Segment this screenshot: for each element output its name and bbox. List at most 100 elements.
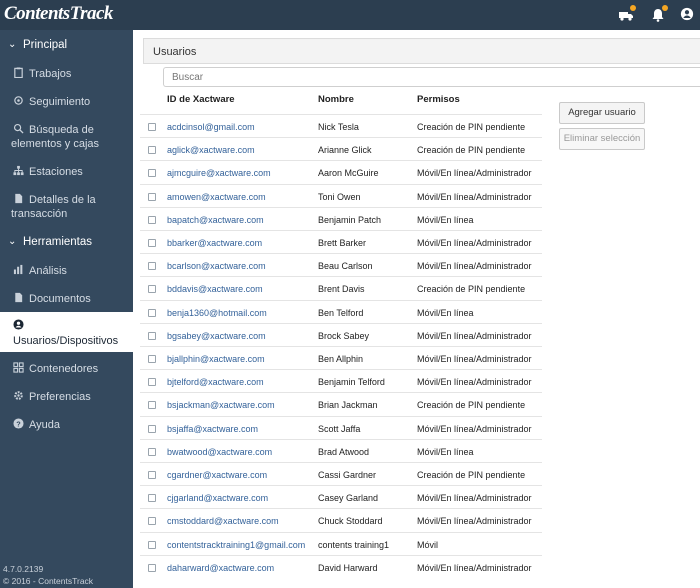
user-permissions: Móvil/En línea/Administrador	[417, 261, 532, 272]
sidebar: ⌄ Principal Trabajos Seguimiento Búsqued…	[0, 30, 133, 588]
table-row[interactable]: bjallphin@xactware.com Ben Allphin Móvil/E…	[140, 346, 542, 369]
column-header-name[interactable]: Nombre	[318, 94, 354, 105]
user-name: Brett Barker	[318, 238, 367, 248]
grid-icon	[13, 362, 24, 373]
truck-icon[interactable]	[618, 5, 636, 23]
row-checkbox[interactable]	[148, 378, 156, 387]
row-checkbox[interactable]	[148, 331, 156, 340]
user-name: Benjamin Patch	[318, 214, 382, 225]
sidebar-item-usuarios[interactable]: Usuarios/Dispositivos	[0, 312, 133, 352]
user-permissions: Móvil/En línea/Administrador	[417, 330, 532, 341]
user-id-link[interactable]: cjgarland@xactware.com	[167, 493, 268, 503]
user-permissions: Móvil/En línea	[417, 214, 474, 225]
user-permissions: Móvil/En línea/Administrador	[417, 238, 532, 248]
row-checkbox[interactable]	[148, 308, 156, 317]
column-header-permissions[interactable]: Permisos	[417, 94, 460, 105]
row-checkbox[interactable]	[148, 169, 156, 178]
table-row[interactable]: daharward@xactware.com David Harward Móvil…	[140, 554, 542, 578]
table-row[interactable]: bddavis@xactware.com Brent Davis Creación …	[140, 276, 542, 299]
user-id-link[interactable]: bjallphin@xactware.com	[167, 354, 265, 364]
crosshair-icon	[14, 96, 23, 105]
row-checkbox[interactable]	[148, 123, 156, 131]
row-checkbox[interactable]	[148, 494, 156, 503]
delete-selection-button[interactable]: Eliminar selección	[559, 128, 645, 150]
table-row[interactable]: bwatwood@xactware.com Brad Atwood Móvil/En…	[140, 438, 542, 462]
gear-icon	[14, 391, 23, 400]
user-name: Casey Garland	[318, 493, 379, 504]
user-name: Chuck Stoddard	[318, 516, 383, 527]
bell-icon[interactable]	[650, 5, 668, 23]
user-permissions: Móvil/En línea/Administrador	[417, 168, 532, 179]
row-checkbox[interactable]	[148, 146, 156, 155]
table-row[interactable]: bcarlson@xactware.com Beau Carlson Móvil/E…	[140, 253, 542, 276]
search-input[interactable]	[163, 67, 700, 87]
table-row[interactable]: ajmcguire@xactware.com Aaron McGuire Móvil…	[140, 160, 542, 183]
user-id-link[interactable]: bsjackman@xactware.com	[167, 400, 275, 410]
user-name: Brent Davis	[318, 284, 365, 295]
row-checkbox[interactable]	[148, 401, 156, 410]
user-id-link[interactable]: aglick@xactware.com	[167, 145, 255, 155]
row-checkbox[interactable]	[148, 355, 156, 363]
user-id-link[interactable]: benja1360@hotmail.com	[167, 308, 267, 318]
table-row[interactable]: cjgarland@xactware.com Casey Garland Móvil…	[140, 485, 542, 508]
bar-chart-icon	[13, 264, 23, 275]
table-row[interactable]: bsjackman@xactware.com Brian Jackman Creac…	[140, 392, 542, 415]
user-id-link[interactable]: ajmcguire@xactware.com	[167, 168, 271, 178]
row-checkbox[interactable]	[148, 192, 156, 201]
table-row[interactable]: bapatch@xactware.com Benjamin Patch Móvil/…	[140, 206, 542, 230]
user-name: Ben Telford	[318, 307, 364, 318]
user-id-link[interactable]: bjtelford@xactware.com	[167, 377, 264, 387]
app-logo[interactable]: ContentsTrack	[4, 3, 113, 25]
row-checkbox[interactable]	[148, 424, 156, 433]
table-row[interactable]: amowen@xactware.com Toni Owen Móvil/En lín…	[140, 183, 542, 207]
row-checkbox[interactable]	[148, 239, 156, 247]
section-herramientas[interactable]: ⌄ Herramientas	[0, 233, 133, 253]
row-checkbox[interactable]	[148, 262, 156, 271]
user-permissions: Móvil/En línea/Administrador	[417, 354, 532, 364]
user-id-link[interactable]: amowen@xactware.com	[167, 192, 266, 202]
user-id-link[interactable]: bsjaffa@xactware.com	[167, 424, 258, 434]
section-principal[interactable]: ⌄ Principal	[0, 36, 133, 56]
table-row[interactable]: bgsabey@xactware.com Brock Sabey Móvil/En …	[140, 322, 542, 346]
table-row[interactable]: benja1360@hotmail.com Ben Telford Móvil/En…	[140, 299, 542, 323]
document-icon	[15, 292, 23, 303]
column-header-id[interactable]: ID de Xactware	[167, 94, 235, 105]
user-id-link[interactable]: bwatwood@xactware.com	[167, 447, 272, 457]
user-permissions: Móvil/En línea	[417, 307, 474, 318]
user-id-link[interactable]: contentstracktraining1@gmail.com	[167, 540, 305, 550]
user-id-link[interactable]: bgsabey@xactware.com	[167, 331, 266, 341]
add-user-button[interactable]: Agregar usuario	[559, 102, 645, 124]
user-id-link[interactable]: acdcinsol@gmail.com	[167, 122, 255, 132]
table-row[interactable]: contentstracktraining1@gmail.com contents…	[140, 531, 542, 555]
user-name: Beau Carlson	[318, 261, 373, 272]
row-checkbox[interactable]	[148, 517, 156, 526]
table-row[interactable]: bjtelford@xactware.com Benjamin Telford Mó…	[140, 369, 542, 392]
table-row[interactable]: acdcinsol@gmail.com Nick Tesla Creación de…	[140, 114, 542, 137]
row-checkbox[interactable]	[148, 215, 156, 224]
user-id-link[interactable]: bcarlson@xactware.com	[167, 261, 266, 271]
table-row[interactable]: cmstoddard@xactware.com Chuck Stoddard Móv…	[140, 508, 542, 531]
user-permissions: Creación de PIN pendiente	[417, 145, 526, 156]
table-row[interactable]: aglick@xactware.com Arianne Glick Creación…	[140, 137, 542, 160]
table-row[interactable]: bbarker@xactware.com Brett Barker Móvil/En…	[140, 230, 542, 253]
user-icon[interactable]	[680, 7, 696, 23]
user-id-link[interactable]: cgardner@xactware.com	[167, 470, 267, 480]
user-name: Brad Atwood	[318, 446, 370, 457]
table-row[interactable]: bsjaffa@xactware.com Scott Jaffa Móvil/En …	[140, 415, 542, 439]
table-row[interactable]: cgardner@xactware.com Cassi Gardner Creaci…	[140, 462, 542, 485]
row-checkbox[interactable]	[148, 540, 156, 549]
user-id-link[interactable]: bapatch@xactware.com	[167, 215, 264, 225]
user-id-link[interactable]: daharward@xactware.com	[167, 563, 274, 573]
user-name: Toni Owen	[318, 191, 361, 202]
user-id-link[interactable]: cmstoddard@xactware.com	[167, 516, 279, 526]
user-permissions: Móvil	[417, 539, 439, 550]
user-permissions: Móvil/En línea	[417, 446, 474, 457]
row-checkbox[interactable]	[148, 285, 156, 294]
user-id-link[interactable]: bbarker@xactware.com	[167, 238, 262, 248]
row-checkbox[interactable]	[148, 563, 156, 572]
row-checkbox[interactable]	[148, 447, 156, 456]
user-id-link[interactable]: bddavis@xactware.com	[167, 284, 263, 294]
row-checkbox[interactable]	[148, 471, 156, 479]
chevron-down-icon: ⌄	[8, 236, 17, 247]
user-permissions: Creación de PIN pendiente	[417, 122, 526, 132]
